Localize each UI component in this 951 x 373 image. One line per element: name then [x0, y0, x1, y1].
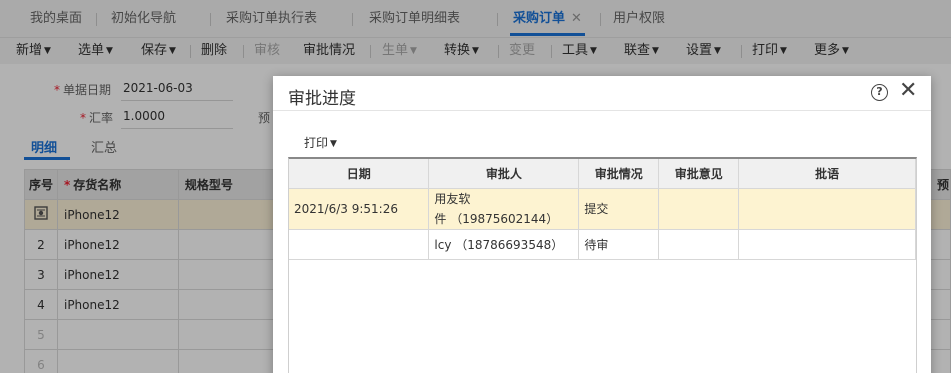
approval-row[interactable]: lcy （18786693548） 待审 [289, 229, 916, 260]
col-opinion: 审批意见 [658, 159, 740, 189]
cell-status: 待审 [578, 229, 660, 260]
approval-table: 日期 审批人 审批情况 审批意见 批语 2021/6/3 9:51:26 用友软… [288, 157, 917, 373]
cell-comment [738, 188, 916, 230]
help-icon[interactable]: ? [871, 84, 888, 101]
cell-status: 提交 [578, 188, 660, 230]
cell-date [289, 229, 430, 260]
col-date: 日期 [289, 159, 430, 189]
cell-approver: 用友软 件 （19875602144） [428, 188, 580, 230]
cell-approver: lcy （18786693548） [428, 229, 580, 260]
cell-opinion [658, 188, 740, 230]
approver-line: 件 （19875602144） [434, 211, 559, 226]
dialog-print-label: 打印 [304, 136, 329, 150]
approver-line: 用友软 [434, 191, 471, 206]
approval-header-row: 日期 审批人 审批情况 审批意见 批语 [289, 159, 916, 189]
col-approver: 审批人 [428, 159, 580, 189]
col-status: 审批情况 [578, 159, 660, 189]
approval-progress-dialog: 审批进度 ? ✕ 打印 ▼ 日期 审批人 审批情况 审批意见 批语 2021/6/… [273, 76, 931, 373]
chevron-down-icon: ▼ [330, 139, 337, 149]
cell-comment [738, 229, 916, 260]
approval-row[interactable]: 2021/6/3 9:51:26 用友软 件 （19875602144） 提交 [289, 188, 916, 230]
cell-date: 2021/6/3 9:51:26 [289, 188, 430, 230]
dialog-divider [273, 110, 931, 111]
dialog-title: 审批进度 [288, 89, 356, 109]
cell-opinion [658, 229, 740, 260]
dialog-print-button[interactable]: 打印 ▼ [304, 134, 337, 151]
close-icon[interactable]: ✕ [899, 79, 917, 103]
col-comment: 批语 [738, 159, 916, 189]
